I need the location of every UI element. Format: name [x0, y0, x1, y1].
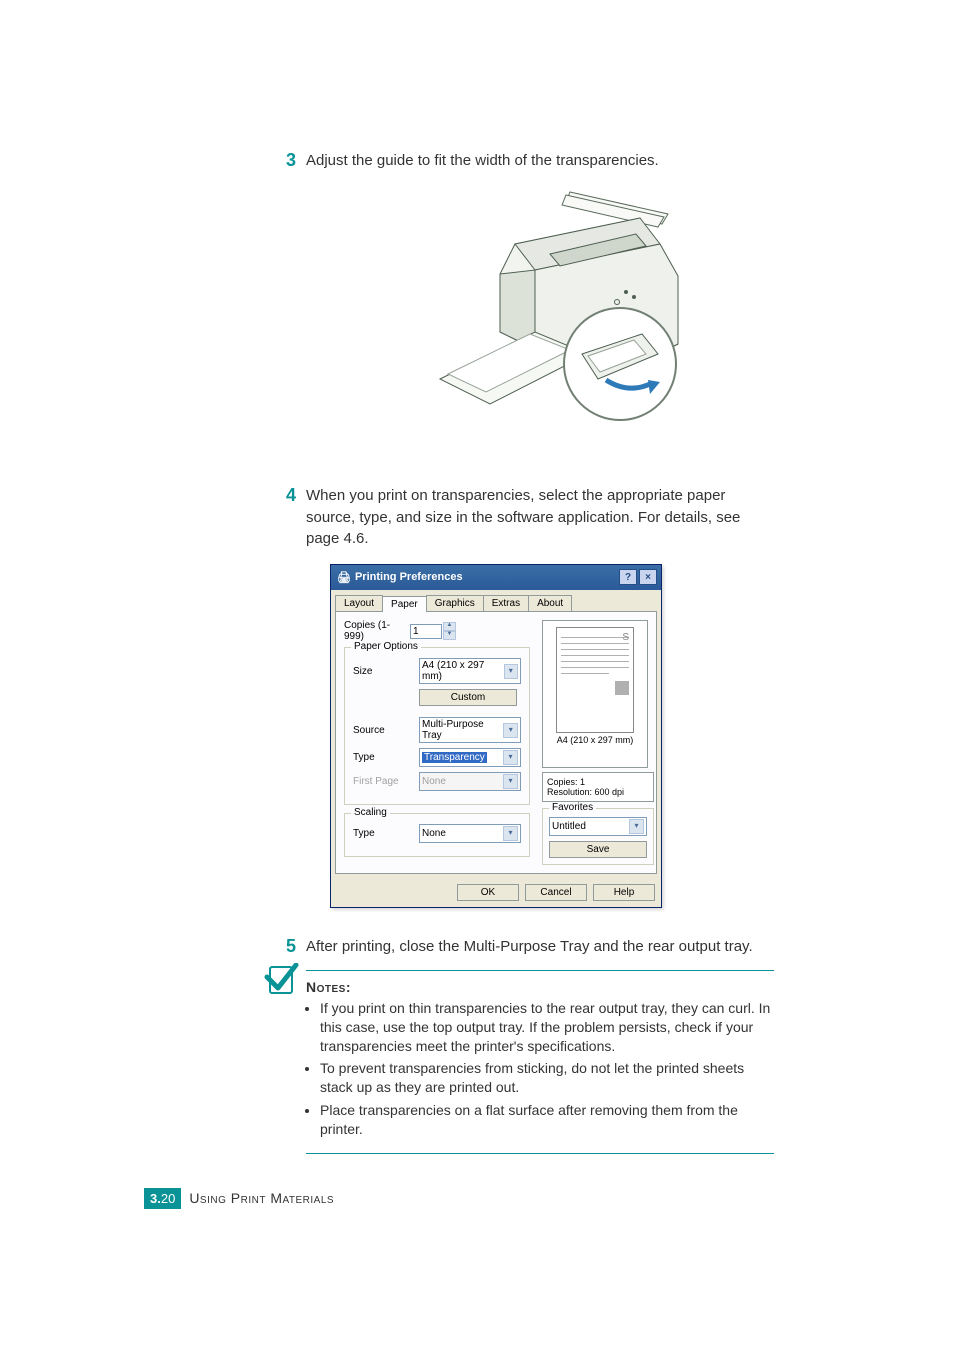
info-copies: Copies: 1: [547, 777, 649, 787]
source-value: Multi-Purpose Tray: [422, 719, 503, 741]
step-number: 4: [270, 485, 306, 506]
notes-heading: Notes:: [306, 979, 774, 995]
dialog-buttons: OK Cancel Help: [331, 878, 661, 907]
summary-info: Copies: 1 Resolution: 600 dpi: [542, 772, 654, 802]
step-text: Adjust the guide to fit the width of the…: [306, 150, 659, 172]
type-label: Type: [353, 752, 419, 763]
tab-paper[interactable]: Paper: [382, 596, 427, 612]
printer-icon: 🖨: [337, 571, 351, 584]
copies-row: Copies (1-999) ▲ ▼: [344, 620, 530, 642]
tab-graphics[interactable]: Graphics: [426, 595, 484, 611]
right-column: S A4 (210 x 297 mm) Copies: 1 Resolution…: [536, 620, 654, 865]
notes-box: Notes: If you print on thin transparenci…: [306, 970, 774, 1154]
help-button[interactable]: Help: [593, 884, 655, 901]
page-badge: 3.20: [144, 1188, 181, 1209]
firstpage-value: None: [422, 776, 446, 787]
close-button[interactable]: ×: [639, 569, 657, 585]
section-title: Using Print Materials: [189, 1190, 334, 1206]
source-select[interactable]: Multi-Purpose Tray ▾: [419, 717, 521, 743]
step-number: 3: [270, 150, 306, 171]
notes-list: If you print on thin transparencies to t…: [306, 999, 774, 1139]
chevron-down-icon: ▾: [503, 723, 518, 738]
scaling-type-label: Type: [353, 828, 419, 839]
note-item: Place transparencies on a flat surface a…: [320, 1101, 774, 1139]
scaling-type-value: None: [422, 828, 446, 839]
step-5: 5 After printing, close the Multi-Purpos…: [140, 936, 814, 958]
firstpage-label: First Page: [353, 776, 419, 787]
dialog-titlebar: 🖨 Printing Preferences ? ×: [331, 565, 661, 590]
copies-input[interactable]: [410, 624, 442, 639]
tab-strip: Layout Paper Graphics Extras About: [335, 595, 657, 611]
step-text: When you print on transparencies, select…: [306, 485, 766, 550]
note-icon: [264, 963, 300, 999]
chevron-down-icon: ▾: [503, 750, 518, 765]
favorites-value: Untitled: [552, 821, 586, 832]
left-column: Copies (1-999) ▲ ▼ Paper Options Size A: [344, 620, 536, 865]
tab-layout[interactable]: Layout: [335, 595, 383, 611]
tab-extras[interactable]: Extras: [483, 595, 529, 611]
save-button[interactable]: Save: [549, 841, 647, 858]
scaling-group: Scaling Type None ▾: [344, 813, 530, 857]
step-4: 4 When you print on transparencies, sele…: [140, 485, 814, 550]
note-item: If you print on thin transparencies to t…: [320, 999, 774, 1056]
paper-options-group: Paper Options Size A4 (210 x 297 mm) ▾ C…: [344, 647, 530, 805]
tab-body: Copies (1-999) ▲ ▼ Paper Options Size A: [335, 611, 657, 874]
chevron-down-icon: ▾: [503, 826, 518, 841]
page-footer: 3.20 Using Print Materials: [144, 1188, 814, 1209]
copies-spinner[interactable]: ▲ ▼: [443, 622, 456, 640]
group-title: Scaling: [351, 807, 390, 818]
step-3: 3 Adjust the guide to fit the width of t…: [140, 150, 814, 172]
favorites-group: Favorites Untitled ▾ Save: [542, 808, 654, 865]
type-select[interactable]: Transparency ▾: [419, 748, 521, 767]
type-value: Transparency: [422, 752, 487, 763]
printer-svg: [420, 184, 690, 444]
printer-illustration: [420, 184, 814, 449]
page-number: 20: [161, 1191, 175, 1206]
group-title: Paper Options: [351, 641, 421, 652]
step-text: After printing, close the Multi-Purpose …: [306, 936, 753, 958]
size-value: A4 (210 x 297 mm): [422, 660, 504, 682]
favorites-select[interactable]: Untitled ▾: [549, 817, 647, 836]
dialog-title-text: Printing Preferences: [355, 571, 463, 583]
spinner-up-icon[interactable]: ▲: [443, 622, 456, 631]
step-number: 5: [270, 936, 306, 957]
help-button[interactable]: ?: [619, 569, 637, 585]
preview-label: A4 (210 x 297 mm): [543, 735, 647, 745]
group-title: Favorites: [549, 802, 596, 813]
ok-button[interactable]: OK: [457, 884, 519, 901]
document-page: 3 Adjust the guide to fit the width of t…: [0, 0, 954, 1269]
page-preview: S A4 (210 x 297 mm): [542, 620, 648, 768]
firstpage-select: None ▾: [419, 772, 521, 791]
printing-preferences-dialog: 🖨 Printing Preferences ? × Layout Paper …: [330, 564, 662, 908]
note-item: To prevent transparencies from sticking,…: [320, 1059, 774, 1097]
preview-corner-letter: S: [622, 632, 629, 643]
copies-label: Copies (1-999): [344, 620, 410, 642]
info-resolution: Resolution: 600 dpi: [547, 787, 649, 797]
tab-about[interactable]: About: [528, 595, 572, 611]
cancel-button[interactable]: Cancel: [525, 884, 587, 901]
custom-button[interactable]: Custom: [419, 689, 517, 706]
source-label: Source: [353, 725, 419, 736]
chevron-down-icon: ▾: [504, 664, 518, 679]
chevron-down-icon: ▾: [629, 819, 644, 834]
size-label: Size: [353, 666, 419, 677]
spinner-down-icon[interactable]: ▼: [443, 631, 456, 640]
scaling-type-select[interactable]: None ▾: [419, 824, 521, 843]
preview-page: S: [556, 627, 634, 733]
chevron-down-icon: ▾: [503, 774, 518, 789]
chapter-number: 3.: [150, 1191, 161, 1206]
dialog-screenshot: 🖨 Printing Preferences ? × Layout Paper …: [330, 564, 814, 908]
size-select[interactable]: A4 (210 x 297 mm) ▾: [419, 658, 521, 684]
